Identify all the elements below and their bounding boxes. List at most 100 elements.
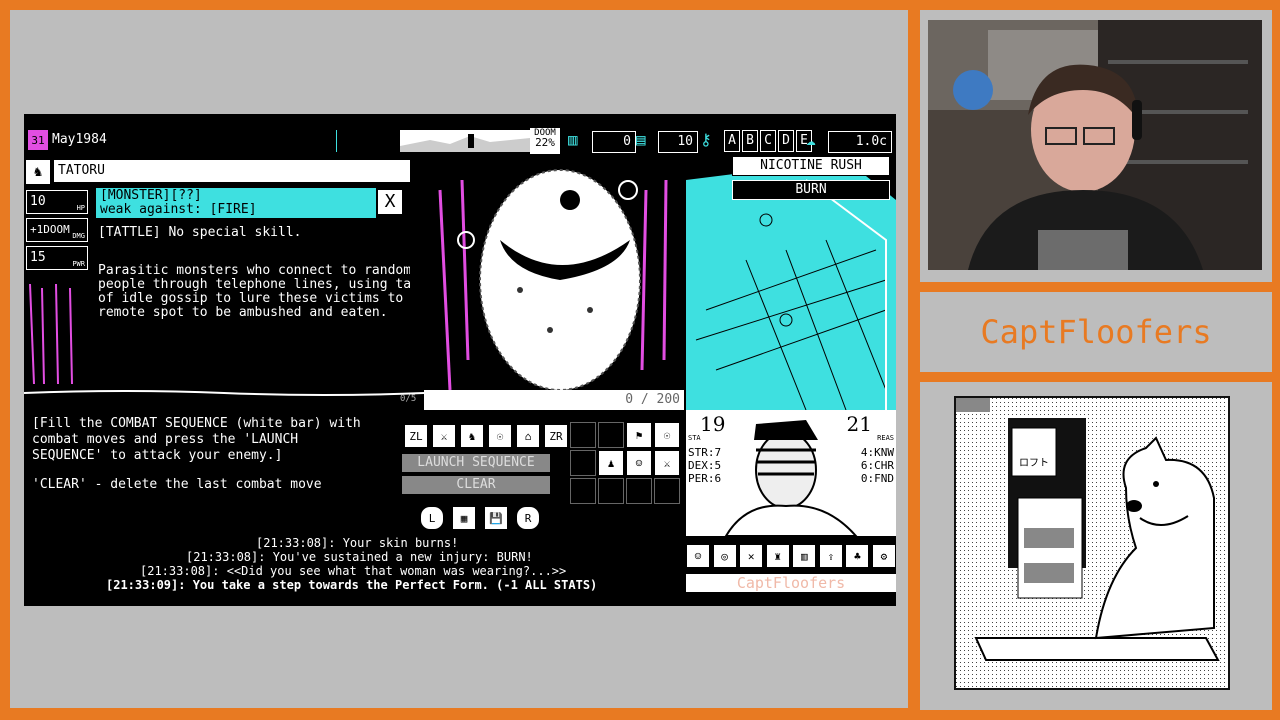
log-line: [21:33:08]: <<Did you see what that woma… <box>140 564 567 578</box>
enemy-stats: 10 HP +1DOOM DMG 15 PWR <box>26 190 88 270</box>
stat-unit: PWR <box>72 260 85 268</box>
tools-icon[interactable]: ✕ <box>739 544 764 568</box>
stat-chr: 6:CHR <box>860 459 894 472</box>
watermark: CaptFloofers <box>686 574 896 592</box>
stat-dex: DEX:5 <box>688 459 722 472</box>
player-reason: 21 <box>846 412 872 436</box>
status-effects: NICOTINE RUSH BURN <box>732 156 890 200</box>
key-slots: A B C D E <box>724 130 812 152</box>
dog-illustration: ロフト <box>954 396 1230 690</box>
stat-pwr: 15 PWR <box>26 246 88 270</box>
monster-portrait <box>410 160 690 398</box>
grid-slot[interactable] <box>598 422 624 448</box>
grid-move-icon[interactable]: ⚑ <box>626 422 652 448</box>
grid-slot[interactable] <box>570 450 596 476</box>
calendar-day: 31 <box>31 133 45 147</box>
controller-buttons: L ▦ 💾 R <box>420 506 540 530</box>
grid-icon[interactable]: ▦ <box>452 506 476 530</box>
move-zl[interactable]: ZL <box>404 424 428 448</box>
ground-line <box>24 384 425 396</box>
player-sta: 19 <box>700 412 726 436</box>
settings-icon[interactable]: ⚙ <box>871 544 896 568</box>
instructions-text: [Fill the COMBAT SEQUENCE (white bar) wi… <box>32 416 361 463</box>
grid-move-icon[interactable]: ⚔ <box>654 450 680 476</box>
stat-hp: 10 HP <box>26 190 88 214</box>
calendar-icon: 31 <box>28 130 48 150</box>
right-stats: 4:KNW 6:CHR 0:FND <box>861 446 894 485</box>
grid-slot[interactable] <box>598 478 624 504</box>
grid-move-icon[interactable]: ☉ <box>654 422 680 448</box>
stat-fnd: 0:FND <box>860 472 894 485</box>
r-button[interactable]: R <box>516 506 540 530</box>
status-effect-burn: BURN <box>732 180 890 200</box>
reason-label: REAS <box>877 434 894 442</box>
upload-icon[interactable]: ⇪ <box>818 544 843 568</box>
clear-button[interactable]: CLEAR <box>402 476 550 494</box>
stat-unit: DMG <box>72 232 85 240</box>
launch-sequence-button[interactable]: LAUNCH SEQUENCE <box>402 454 550 472</box>
sequence-start: 0/5 <box>400 394 417 404</box>
stat-str: STR:7 <box>688 446 722 459</box>
stat-dmg: +1DOOM DMG <box>26 218 88 242</box>
status-effect-nicotine: NICOTINE RUSH <box>732 156 890 176</box>
clear-help-text: 'CLEAR' - delete the last combat move <box>32 477 322 492</box>
monster-icon: ♞ <box>26 160 50 184</box>
grid-slot[interactable] <box>626 478 652 504</box>
enemy-name: TATORU <box>54 160 414 182</box>
progress-track-image <box>400 130 530 152</box>
enemy-description: Parasitic monsters who connect to random… <box>98 263 435 320</box>
stat-value: 10 <box>30 194 46 209</box>
sign-text: ロフト <box>1019 458 1049 469</box>
coin-icon: ☁ <box>806 130 816 149</box>
enemy-type-box: [MONSTER][??] weak against: [FIRE] <box>96 188 376 218</box>
log-line: [21:33:08]: You've sustained a new injur… <box>186 550 533 564</box>
save-icon[interactable]: 💾 <box>484 506 508 530</box>
doom-meter: DOOM 22% <box>530 128 560 154</box>
key-slot: B <box>742 130 758 152</box>
tree-icon[interactable]: ♣ <box>845 544 870 568</box>
move-zr[interactable]: ZR <box>544 424 568 448</box>
enemy-type: [MONSTER][??] <box>100 188 202 203</box>
grid-move-icon[interactable]: ♟ <box>598 450 624 476</box>
left-stats: STR:7 DEX:5 PER:6 <box>688 446 721 485</box>
key-slot: D <box>778 130 794 152</box>
l-button[interactable]: L <box>420 506 444 530</box>
spiral-icon[interactable]: ◎ <box>712 544 737 568</box>
game-screen: 31 May1984 DOOM 22% ▥ 0 ▤ 10 ⚷ A B C D E… <box>24 114 896 606</box>
move-eye-icon[interactable]: ☉ <box>488 424 512 448</box>
party-icon[interactable]: ♜ <box>765 544 790 568</box>
stat-per: PER:6 <box>688 472 722 485</box>
key-slot: C <box>760 130 776 152</box>
stat-unit: HP <box>76 204 85 212</box>
building-icon[interactable]: ▥ <box>792 544 817 568</box>
combat-moves-row: ZL ⚔ ♞ ☉ ⌂ ZR <box>404 424 568 448</box>
grid-move-icon[interactable]: ☺ <box>626 450 652 476</box>
tattle-text: [TATTLE] No special skill. <box>98 225 302 240</box>
grid-slot[interactable] <box>654 478 680 504</box>
stat-value: +1DOOM <box>30 223 70 236</box>
move-house-icon[interactable]: ⌂ <box>516 424 540 448</box>
date-label: May1984 <box>52 132 107 147</box>
divider <box>336 130 337 152</box>
doom-value: 22% <box>535 136 555 149</box>
dog-image: ロフト <box>956 398 1228 688</box>
move-horse-icon[interactable]: ♞ <box>460 424 484 448</box>
close-icon[interactable]: X <box>378 190 402 214</box>
book-icon[interactable]: ▥ <box>568 130 588 152</box>
stat-knw: 4:KNW <box>860 446 894 459</box>
grid-slot[interactable] <box>570 478 596 504</box>
money-value: 1.0c <box>828 131 892 153</box>
key-slot: A <box>724 130 740 152</box>
combat-sequence-bar[interactable]: 0 / 200 <box>424 390 684 410</box>
background-decor <box>26 274 96 394</box>
move-sword-icon[interactable]: ⚔ <box>432 424 456 448</box>
grid-slot[interactable] <box>570 422 596 448</box>
stat-value: 15 <box>30 250 46 265</box>
player-panel: 19 STA 21 REAS STR:7 DEX:5 PER:6 4:KNW 6… <box>686 410 896 536</box>
streamer-name: CaptFloofers <box>980 313 1212 351</box>
key-icon[interactable]: ⚷ <box>700 130 720 152</box>
log-line: [21:33:09]: You take a step towards the … <box>106 578 598 592</box>
character-icon[interactable]: ☺ <box>686 544 710 568</box>
bag-icon[interactable]: ▤ <box>636 130 656 152</box>
move-grid: ⚑ ☉ ♟ ☺ ⚔ <box>570 422 680 504</box>
